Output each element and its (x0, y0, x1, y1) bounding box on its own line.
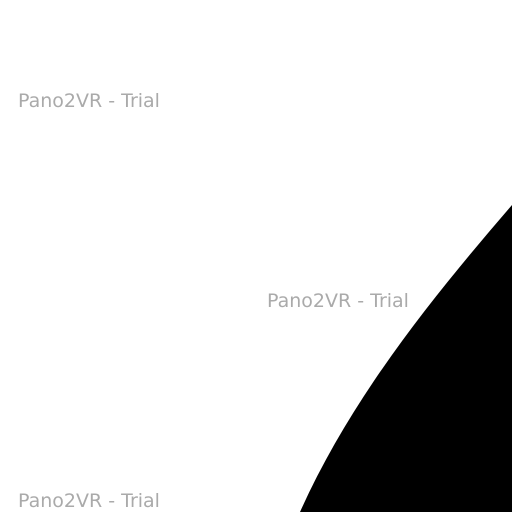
trial-watermark: Pano2VR - Trial (18, 90, 160, 112)
dark-region (300, 205, 512, 512)
black-curved-shape (300, 205, 512, 512)
trial-watermark: Pano2VR - Trial (267, 290, 409, 312)
panorama-viewport[interactable]: Pano2VR - Trial Pano2VR - Trial Pano2VR … (0, 0, 512, 512)
trial-watermark: Pano2VR - Trial (18, 490, 160, 512)
